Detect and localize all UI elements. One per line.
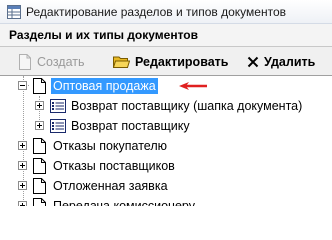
pointer-arrow-icon [179,82,207,90]
edit-button-label: Редактировать [135,55,229,69]
delete-button[interactable]: Удалить [247,52,315,72]
panel-header: Разделы и их типы документов [0,24,332,46]
tree-item-label: Отказы покупателю [53,139,168,153]
window-titlebar[interactable]: Редактирование разделов и типов документ… [0,0,332,24]
expand-toggle-icon[interactable] [35,101,44,110]
tree-item-label: Отказы поставщиков [53,159,175,173]
list-icon [50,99,66,113]
expand-toggle-icon[interactable] [18,201,27,206]
delete-button-label: Удалить [264,55,316,69]
tree-item-supplier-refusals[interactable]: Отказы поставщиков [0,156,332,176]
expand-toggle-icon[interactable] [35,121,44,130]
expand-toggle-icon[interactable] [18,181,27,190]
tree-item-return[interactable]: Возврат поставщику [0,116,332,136]
expand-toggle-icon[interactable] [18,141,27,150]
document-icon [33,158,46,174]
tree-item-label: Оптовая продажа [51,78,158,94]
tree-item-label: Передача комиссионеру [53,199,195,206]
close-x-icon [247,56,259,68]
open-folder-icon [113,56,130,68]
tree-item-label: Возврат поставщику (шапка документа) [71,99,303,113]
list-icon [50,119,66,133]
tree-item-wholesale[interactable]: Оптовая продажа [0,76,332,96]
document-icon [33,138,46,154]
document-icon [33,198,46,206]
expand-toggle-icon[interactable] [18,161,27,170]
tree-item-deferred-order[interactable]: Отложенная заявка [0,176,332,196]
create-button[interactable]: Создать [18,52,85,72]
window-title: Редактирование разделов и типов документ… [26,5,286,19]
collapse-toggle-icon[interactable] [18,81,27,90]
panel-title: Разделы и их типы документов [9,28,198,42]
tree-item-return-header[interactable]: Возврат поставщику (шапка документа) [0,96,332,116]
tree-item-customer-refusals[interactable]: Отказы покупателю [0,136,332,156]
grid-window-icon [7,5,21,19]
document-icon [33,78,46,94]
document-icon [33,178,46,194]
toolbar: Создать Редактировать Удалить [0,46,332,76]
tree-item-label: Отложенная заявка [53,179,168,193]
new-document-icon [19,54,31,70]
edit-button[interactable]: Редактировать [113,52,228,72]
tree-item-label: Возврат поставщику [71,119,190,133]
sections-tree[interactable]: Оптовая продажа Возврат поставщику (шапк… [0,76,332,206]
tree-item-commission-transfer[interactable]: Передача комиссионеру [0,196,332,206]
create-button-label: Создать [37,55,85,69]
